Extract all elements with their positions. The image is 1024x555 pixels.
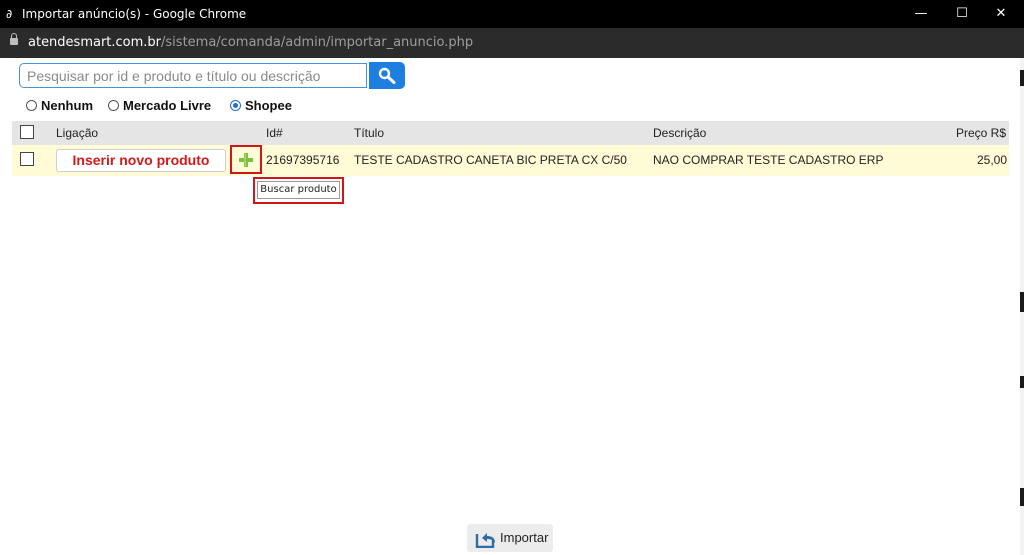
- select-all-checkbox[interactable]: [20, 125, 34, 139]
- plus-icon: [239, 153, 253, 167]
- radio-label: Shopee: [245, 98, 292, 113]
- search-product-button[interactable]: [230, 145, 262, 174]
- window-titlebar: ∂ Importar anúncio(s) - Google Chrome — …: [0, 0, 1024, 28]
- insert-new-product-button[interactable]: Inserir novo produto: [56, 149, 226, 172]
- cell-price: 25,00: [977, 153, 1008, 167]
- maximize-button[interactable]: ☐: [942, 0, 982, 28]
- import-label: Importar: [500, 530, 549, 545]
- table-header: Ligação Id# Título Descrição Preço R$: [12, 121, 1009, 145]
- import-button[interactable]: Importar: [467, 524, 553, 552]
- search-input[interactable]: [19, 63, 367, 88]
- lock-icon: [10, 33, 18, 45]
- table-row: Inserir novo produto 21697395716 TESTE C…: [12, 145, 1009, 176]
- minimize-button[interactable]: —: [901, 0, 941, 28]
- radio-label: Mercado Livre: [123, 98, 212, 113]
- url-path: /sistema/comanda/admin/importar_anuncio.…: [161, 35, 474, 50]
- tooltip: Buscar produto: [257, 181, 340, 199]
- column-header-link: Ligação: [56, 126, 99, 140]
- window-title: Importar anúncio(s) - Google Chrome: [22, 7, 247, 21]
- close-window-button[interactable]: ✕: [981, 0, 1021, 28]
- radio-circle[interactable]: [108, 100, 119, 111]
- column-header-title: Título: [354, 126, 385, 140]
- url-host: atendesmart.com.br: [28, 35, 162, 50]
- import-icon: [475, 533, 495, 548]
- radio-circle[interactable]: [26, 100, 37, 111]
- radio-label: Nenhum: [41, 98, 93, 113]
- url-text[interactable]: atendesmart.com.br/sistema/comanda/admin…: [28, 35, 473, 51]
- search-icon: [378, 67, 396, 84]
- column-header-price: Preço R$: [956, 126, 1007, 140]
- column-header-description: Descrição: [653, 126, 707, 140]
- cell-description: NAO COMPRAR TESTE CADASTRO ERP: [653, 153, 884, 167]
- column-header-id: Id#: [266, 126, 283, 140]
- cell-title: TESTE CADASTRO CANETA BIC PRETA CX C/50: [354, 153, 627, 167]
- background-window-edge: [1020, 58, 1024, 555]
- row-checkbox[interactable]: [20, 152, 34, 166]
- search-button[interactable]: [369, 62, 405, 89]
- chrome-app-icon: ∂: [6, 7, 13, 21]
- radio-circle-selected[interactable]: [230, 100, 241, 111]
- cell-id: 21697395716: [266, 153, 340, 167]
